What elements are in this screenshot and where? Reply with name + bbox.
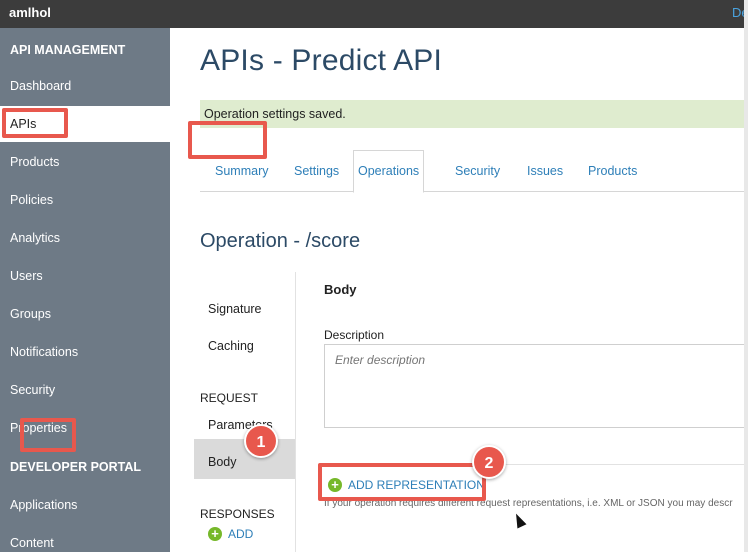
apis-highlight-box [2, 108, 68, 138]
operation-subnav: Signature Caching REQUEST Parameters Bod… [194, 272, 296, 552]
tab-bar: Summary Settings Operations Security Iss… [200, 150, 748, 193]
sidebar-item-groups[interactable]: Groups [0, 296, 170, 332]
tab-operations[interactable]: Operations [353, 150, 425, 193]
tab-issues[interactable]: Issues [527, 164, 563, 178]
description-field[interactable] [324, 344, 748, 428]
sidebar-item-security[interactable]: Security [0, 372, 170, 408]
subnav-body[interactable]: Body [208, 455, 237, 469]
tab-settings[interactable]: Settings [294, 164, 339, 178]
tab-products[interactable]: Products [588, 164, 637, 178]
operation-title: Operation - /score [200, 230, 361, 252]
tab-security[interactable]: Security [455, 164, 500, 178]
add-representation-highlight-box [318, 463, 486, 501]
top-bar: amlhol De [0, 0, 748, 28]
sidebar: API MANAGEMENT Dashboard APIs Products P… [0, 28, 170, 552]
subnav-signature[interactable]: Signature [208, 302, 262, 316]
sidebar-section-api-management: API MANAGEMENT [10, 43, 126, 57]
description-label: Description [324, 328, 385, 342]
page-title: APIs - Predict API [200, 44, 443, 77]
sidebar-item-content[interactable]: Content [0, 525, 170, 552]
sidebar-item-products[interactable]: Products [0, 144, 170, 180]
account-name[interactable]: amlhol [9, 5, 51, 20]
sidebar-item-applications[interactable]: Applications [0, 487, 170, 523]
sidebar-item-dashboard[interactable]: Dashboard [0, 68, 170, 104]
add-response-label: ADD [228, 527, 254, 541]
frame-edge [744, 0, 748, 552]
sidebar-item-analytics[interactable]: Analytics [0, 220, 170, 256]
callout-badge-1: 1 [244, 424, 278, 458]
subnav-responses-heading: RESPONSES [200, 507, 275, 521]
callout-badge-2: 2 [472, 445, 506, 479]
plus-circle-icon: + [208, 527, 222, 541]
add-response-button[interactable]: + ADD [208, 527, 253, 541]
sidebar-section-developer-portal: DEVELOPER PORTAL [10, 460, 142, 474]
body-highlight-box [20, 418, 76, 452]
sidebar-item-policies[interactable]: Policies [0, 182, 170, 218]
subnav-divider [295, 272, 296, 552]
status-notice: Operation settings saved. [200, 100, 748, 128]
sidebar-item-notifications[interactable]: Notifications [0, 334, 170, 370]
subnav-caching[interactable]: Caching [208, 339, 254, 353]
sidebar-item-users[interactable]: Users [0, 258, 170, 294]
body-heading: Body [324, 282, 357, 297]
operations-highlight-box [188, 121, 267, 159]
tab-summary[interactable]: Summary [215, 164, 268, 178]
subnav-request-heading: REQUEST [200, 391, 259, 405]
